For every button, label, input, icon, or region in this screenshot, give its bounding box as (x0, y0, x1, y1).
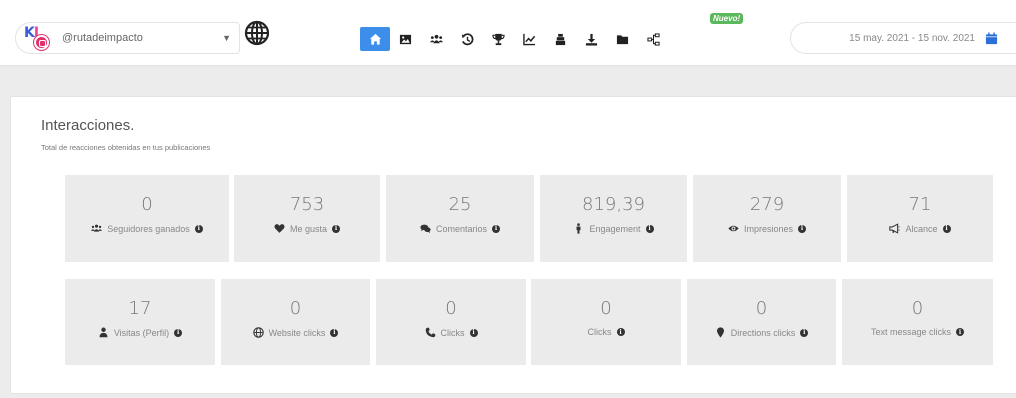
info-icon[interactable]: i (956, 328, 965, 336)
section-subtitle: Total de reacciones obtenidas en tus pub… (41, 143, 211, 152)
user-icon (99, 327, 108, 338)
metric-value: 0 (755, 298, 768, 319)
metric-label: Clicks (587, 327, 612, 337)
home-icon[interactable] (360, 27, 390, 51)
date-range-picker[interactable]: 15 may. 2021 - 15 nov. 2021 (790, 22, 1016, 54)
metric-label: Seguidores ganados (107, 223, 190, 234)
info-icon[interactable]: i (332, 224, 341, 233)
metric-value: 17 (128, 298, 152, 319)
metric-card-followers: 0 Seguidores ganados i (65, 175, 229, 262)
info-icon[interactable]: i (645, 224, 654, 233)
folder-icon[interactable] (607, 27, 638, 51)
network-icon[interactable] (638, 27, 669, 51)
megaphone-icon (889, 223, 901, 234)
metric-label: Impresiones (743, 223, 794, 234)
metric-label: Visitas (Perfil) (113, 327, 170, 338)
metric-value: 0 (141, 194, 153, 215)
chevron-down-icon: ▼ (222, 33, 231, 43)
info-icon[interactable]: i (194, 224, 203, 233)
section-title: Interacciones. (41, 117, 135, 134)
metric-card-website-clicks: 0 Website clicks i (221, 279, 370, 365)
metric-card-profile-visits: 17 Visitas (Perfil) i (65, 279, 215, 365)
map-marker-icon (716, 327, 724, 338)
metric-label: Me gusta (289, 223, 328, 234)
top-bar: KI @rutadeimpacto ▼ Nuevo! 15 may. 2021 … (0, 0, 1016, 66)
metric-label: Engagement (589, 223, 641, 234)
brand-logo: KI (24, 23, 56, 53)
new-badge: Nuevo! (710, 13, 744, 24)
metric-label: Alcance (905, 223, 938, 234)
info-icon[interactable]: i (798, 224, 807, 233)
info-icon[interactable]: i (492, 224, 501, 233)
metric-label: Clicks (440, 327, 465, 338)
metric-value: 25 (448, 194, 472, 215)
info-icon[interactable]: i (469, 328, 478, 337)
metric-value: 279 (749, 194, 785, 215)
metric-card-directions-clicks: 0 Directions clicks i (687, 279, 836, 365)
info-icon[interactable]: i (800, 328, 809, 337)
download-icon[interactable] (576, 27, 607, 51)
metric-card-text-message-clicks: 0 Text message clicks i (842, 279, 993, 365)
section-nav (360, 27, 669, 51)
metric-value: 0 (600, 298, 612, 319)
trophy-icon[interactable] (483, 27, 514, 51)
comments-icon (420, 224, 431, 234)
metric-card-engagement: 819,39 Engagement i (540, 175, 687, 262)
interactions-panel: Interacciones. Total de reacciones obten… (10, 96, 1016, 394)
globe-icon (252, 327, 264, 338)
metric-card-likes: 753 Me gusta i (234, 175, 380, 262)
users-icon[interactable] (421, 27, 452, 51)
calendar-icon (985, 31, 998, 44)
metric-value: 0 (445, 298, 457, 319)
metric-card-call-clicks: 0 Clicks i (376, 279, 526, 365)
phone-icon (425, 327, 435, 338)
users-icon (91, 224, 103, 232)
date-range-text: 15 may. 2021 - 15 nov. 2021 (849, 32, 975, 44)
ranking-icon[interactable] (545, 27, 576, 51)
metric-value: 0 (911, 298, 924, 319)
info-icon[interactable]: i (616, 328, 625, 336)
metric-card-clicks: 0 Clicks i (531, 279, 681, 365)
metric-label: Text message clicks (870, 327, 952, 337)
heart-icon (274, 224, 285, 233)
metric-value: 753 (289, 194, 325, 215)
account-selector[interactable]: KI @rutadeimpacto ▼ (15, 22, 240, 54)
info-icon[interactable]: i (174, 328, 183, 337)
metric-value: 71 (908, 194, 932, 215)
metric-card-comments: 25 Comentarios i (386, 175, 534, 262)
male-icon (577, 223, 581, 234)
eye-icon (728, 225, 739, 232)
image-icon[interactable] (390, 27, 421, 51)
metric-value: 0 (289, 298, 302, 319)
info-icon[interactable]: i (330, 328, 339, 337)
metric-card-impressions: 279 Impresiones i (693, 175, 841, 262)
metric-label: Comentarios (435, 223, 488, 234)
metric-value: 819,39 (582, 194, 645, 215)
info-icon[interactable]: i (942, 224, 951, 233)
chart-icon[interactable] (514, 27, 545, 51)
history-icon[interactable] (452, 27, 483, 51)
metric-card-reach: 71 Alcance i (847, 175, 993, 262)
instagram-icon (34, 35, 49, 50)
metric-label: Website clicks (268, 327, 326, 338)
account-name: @rutadeimpacto (62, 32, 143, 44)
globe-icon[interactable] (244, 20, 270, 46)
metric-label: Directions clicks (730, 327, 796, 338)
